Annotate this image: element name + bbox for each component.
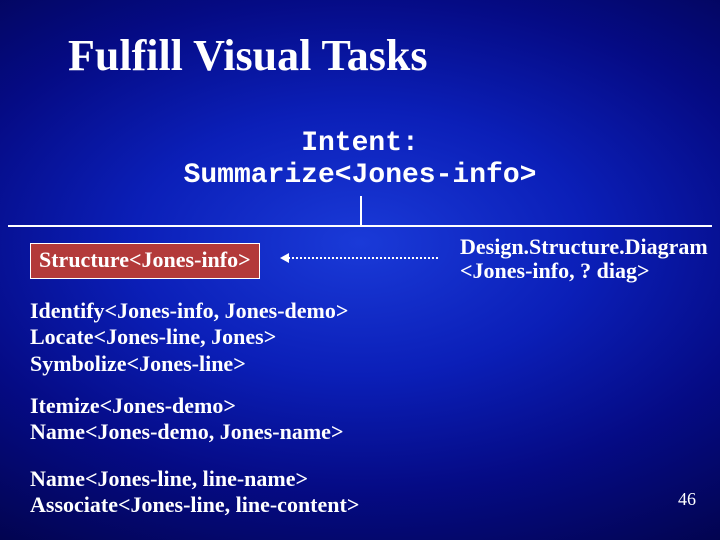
- design-line2: <Jones-info, ? diag>: [460, 259, 708, 283]
- task-group-3: Name<Jones-line, line-name> Associate<Jo…: [30, 466, 359, 519]
- slide-title: Fulfill Visual Tasks: [68, 30, 428, 81]
- divider-horizontal: [8, 225, 712, 227]
- design-line1: Design.Structure.Diagram: [460, 235, 708, 259]
- structure-node: Structure<Jones-info>: [30, 243, 260, 279]
- task-name-demo: Name<Jones-demo, Jones-name>: [30, 419, 343, 445]
- task-itemize: Itemize<Jones-demo>: [30, 393, 343, 419]
- intent-block: Intent: Summarize<Jones-info>: [0, 128, 720, 192]
- task-associate: Associate<Jones-line, line-content>: [30, 492, 359, 518]
- intent-label: Intent:: [0, 128, 720, 160]
- intent-value: Summarize<Jones-info>: [0, 160, 720, 192]
- connector-vertical: [360, 196, 362, 226]
- dotted-arrow: [288, 257, 438, 261]
- task-locate: Locate<Jones-line, Jones>: [30, 324, 348, 350]
- slide: Fulfill Visual Tasks Intent: Summarize<J…: [0, 0, 720, 540]
- task-name-line: Name<Jones-line, line-name>: [30, 466, 359, 492]
- task-group-2: Itemize<Jones-demo> Name<Jones-demo, Jon…: [30, 393, 343, 446]
- task-group-1: Identify<Jones-info, Jones-demo> Locate<…: [30, 298, 348, 377]
- task-identify: Identify<Jones-info, Jones-demo>: [30, 298, 348, 324]
- task-symbolize: Symbolize<Jones-line>: [30, 351, 348, 377]
- page-number: 46: [678, 489, 696, 510]
- design-node: Design.Structure.Diagram <Jones-info, ? …: [460, 235, 708, 283]
